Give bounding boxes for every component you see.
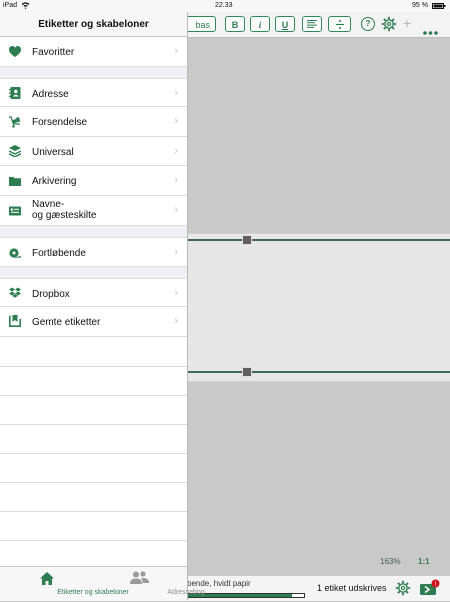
panel-tab-bar: Etiketter og skabeloner Adressebog — [0, 566, 205, 601]
saved-labels-icon — [9, 315, 21, 327]
align-button[interactable] — [302, 16, 322, 32]
menu-item-favoritter[interactable]: Favoritter › — [0, 37, 187, 67]
menu-item-label: Favoritter — [32, 47, 75, 58]
format-toolbar: bas B i U ? + — [179, 12, 450, 40]
empty-row-divider — [0, 424, 187, 425]
battery-icon — [432, 3, 446, 11]
paper-type-label[interactable]: bende, hvidt papir — [187, 579, 251, 588]
zoom-level: 163% — [380, 557, 401, 566]
empty-row-divider — [0, 366, 187, 367]
chevron-right-icon: › — [174, 204, 178, 216]
menu-item-dropbox[interactable]: Dropbox › — [0, 278, 187, 307]
menu-item-arkivering[interactable]: Arkivering › — [0, 166, 187, 196]
actual-size-button[interactable]: 1:1 — [418, 557, 430, 566]
add-button[interactable]: + — [403, 16, 411, 30]
chevron-right-icon: › — [174, 315, 178, 327]
menu-item-forsendelse[interactable]: Forsendelse › — [0, 107, 187, 137]
group-separator — [0, 226, 187, 237]
top-guide-handle[interactable] — [242, 235, 252, 245]
group-separator — [0, 67, 187, 78]
print-settings-gear-icon[interactable] — [395, 580, 411, 601]
status-bottom-bar: bende, hvidt papir 1 etiket udskrives ! — [187, 575, 450, 601]
menu-item-label: Forsendelse — [32, 117, 88, 128]
top-margin-guide[interactable] — [187, 239, 450, 241]
menu-item-label: Adresse — [32, 89, 69, 100]
divide-icon — [335, 20, 344, 29]
status-bar: iPad 22.33 95 % — [0, 0, 450, 12]
label-preview[interactable] — [187, 233, 450, 382]
align-lines-icon — [307, 20, 317, 28]
home-icon — [40, 572, 54, 585]
clock: 22.33 — [215, 2, 233, 9]
help-button[interactable]: ? — [361, 17, 375, 31]
printer-alert-icon: ! — [420, 579, 440, 595]
folder-icon — [9, 177, 21, 186]
tab-label: Adressebog — [167, 589, 205, 596]
empty-row-divider — [0, 511, 187, 512]
bottom-margin-guide[interactable] — [187, 371, 450, 373]
bottom-guide-handle[interactable] — [242, 367, 252, 377]
panel-header: Etiketter og skabeloner — [0, 12, 187, 37]
menu-item-label: Dropbox — [32, 289, 70, 300]
heart-icon — [9, 46, 21, 57]
menu-item-navne-og-gaesteskilte[interactable]: Navne- og gæsteskilte › — [0, 196, 187, 226]
chevron-right-icon: › — [174, 246, 178, 258]
tab-adressebog[interactable]: Adressebog — [93, 567, 205, 601]
chevron-right-icon: › — [174, 87, 178, 99]
menu-item-label: Universal — [32, 147, 74, 158]
menu-item-label: Gemte etiketter — [32, 317, 101, 328]
underline-button[interactable]: U — [275, 16, 295, 32]
layers-icon — [9, 145, 21, 157]
chevron-right-icon: › — [174, 174, 178, 186]
dropbox-icon — [9, 287, 21, 298]
address-book-icon — [9, 87, 21, 99]
empty-row-divider — [0, 395, 187, 396]
chevron-right-icon: › — [174, 145, 178, 157]
empty-row-divider — [0, 540, 187, 541]
menu-item-gemte-etiketter[interactable]: Gemte etiketter › — [0, 307, 187, 337]
bold-button[interactable]: B — [225, 16, 245, 32]
wifi-icon — [21, 1, 30, 11]
empty-row-divider — [0, 453, 187, 454]
battery-label: 95 % — [412, 2, 428, 9]
menu-item-universal[interactable]: Universal › — [0, 137, 187, 166]
settings-gear-icon[interactable] — [381, 16, 397, 37]
people-icon — [130, 571, 149, 584]
print-count-label: 1 etiket udskrives — [317, 583, 387, 593]
menu-item-fortloebende[interactable]: Fortløbende › — [0, 237, 187, 267]
italic-button[interactable]: i — [250, 16, 270, 32]
shipping-icon — [9, 116, 21, 128]
menu-item-label: Fortløbende — [32, 248, 86, 259]
menu-item-label: Arkivering — [32, 176, 77, 187]
group-separator — [0, 267, 187, 278]
chevron-right-icon: › — [174, 287, 178, 299]
editor-canvas[interactable]: bas B i U ? + 163% 1:1 — [179, 12, 450, 600]
tab-etiketter-og-skabeloner[interactable]: Etiketter og skabeloner — [0, 567, 129, 601]
chevron-right-icon: › — [174, 45, 178, 57]
menu-item-adresse[interactable]: Adresse › — [0, 78, 187, 107]
tape-roll-icon — [9, 248, 21, 258]
panel-title: Etiketter og skabeloner — [38, 19, 149, 30]
print-button[interactable]: ! — [419, 579, 441, 602]
chevron-right-icon: › — [174, 115, 178, 127]
carrier-label: iPad — [3, 2, 18, 9]
more-dots-icon[interactable] — [423, 22, 438, 40]
name-badge-icon — [9, 206, 21, 216]
menu-item-label: Navne- og gæsteskilte — [32, 199, 97, 221]
insert-field-button[interactable] — [328, 16, 351, 32]
empty-row-divider — [0, 482, 187, 483]
templates-panel: Etiketter og skabeloner Favoritter › Adr… — [0, 0, 205, 601]
